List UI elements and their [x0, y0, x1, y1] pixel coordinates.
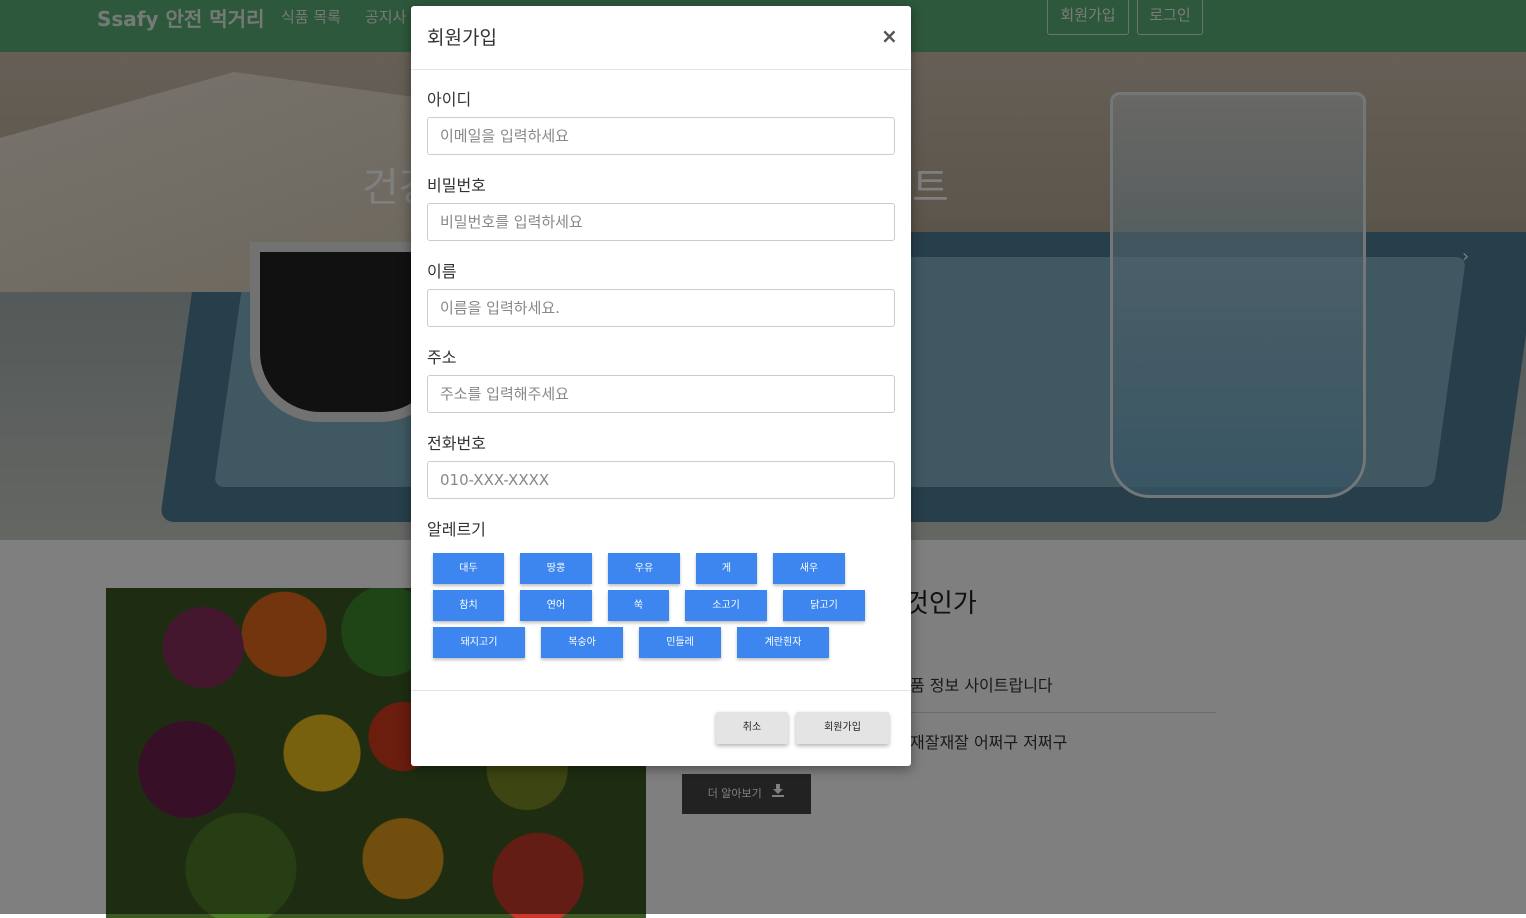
name-label: 이름 — [427, 262, 457, 281]
address-label: 주소 — [427, 348, 457, 367]
allergy-button-peach[interactable]: 복숭아 — [541, 627, 623, 658]
allergy-button-crab[interactable]: 게 — [696, 553, 757, 584]
allergy-button-dandelion[interactable]: 민들레 — [639, 627, 721, 658]
allergy-button-chicken[interactable]: 닭고기 — [783, 590, 865, 621]
allergy-label: 알레르기 — [427, 520, 486, 539]
cancel-button[interactable]: 취소 — [716, 712, 788, 744]
phone-input[interactable] — [427, 461, 895, 499]
allergy-button-beef[interactable]: 소고기 — [685, 590, 767, 621]
allergy-button-soybean[interactable]: 대두 — [433, 553, 504, 584]
address-input[interactable] — [427, 375, 895, 413]
allergy-button-pork[interactable]: 돼지고기 — [433, 627, 525, 658]
modal-title: 회원가입 — [427, 27, 497, 49]
allergy-button-egg-white[interactable]: 계란흰자 — [737, 627, 829, 658]
name-input[interactable] — [427, 289, 895, 327]
password-label: 비밀번호 — [427, 176, 486, 195]
modal-footer-divider — [411, 690, 911, 691]
id-label: 아이디 — [427, 90, 472, 109]
allergy-button-milk[interactable]: 우유 — [608, 553, 680, 584]
allergy-button-shrimp[interactable]: 새우 — [773, 553, 845, 584]
allergy-button-tuna[interactable]: 참치 — [433, 590, 504, 621]
password-input[interactable] — [427, 203, 895, 241]
allergy-button-mugwort[interactable]: 쑥 — [608, 590, 669, 621]
close-icon[interactable]: × — [881, 24, 898, 48]
allergy-button-salmon[interactable]: 연어 — [520, 590, 592, 621]
phone-label: 전화번호 — [427, 434, 486, 453]
allergy-button-peanut[interactable]: 땅콩 — [520, 553, 592, 584]
signup-modal: 회원가입 × 아이디 비밀번호 이름 주소 전화번호 알레르기 대두 땅콩 우유… — [411, 6, 911, 766]
email-input[interactable] — [427, 117, 895, 155]
modal-header: 회원가입 × — [411, 6, 911, 70]
signup-submit-button[interactable]: 회원가입 — [796, 712, 889, 744]
